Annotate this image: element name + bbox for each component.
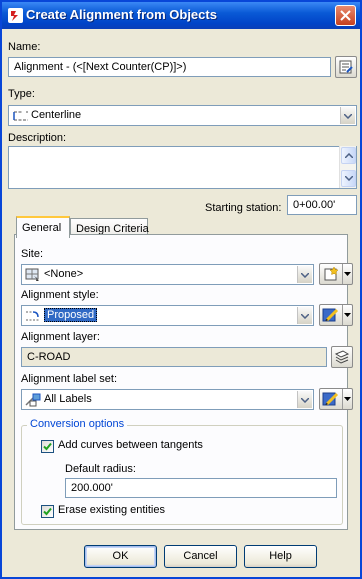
scroll-up-icon	[345, 153, 353, 158]
erase-entities-checkbox[interactable]	[41, 505, 54, 518]
dialog-window: Create Alignment from Objects Name: Alig…	[0, 0, 362, 579]
layer-button[interactable]	[331, 346, 353, 368]
alignment-style-icon	[26, 311, 40, 321]
site-dropdown-button[interactable]	[297, 266, 312, 283]
site-dropdown[interactable]: <None>	[21, 264, 314, 285]
alignment-style-dropdown-button[interactable]	[297, 307, 312, 324]
chevron-down-icon	[344, 272, 351, 276]
ok-button[interactable]: OK	[84, 545, 157, 568]
alignment-layer-label: Alignment layer:	[21, 331, 100, 343]
type-value: Centerline	[31, 109, 82, 121]
cancel-button[interactable]: Cancel	[164, 545, 237, 568]
erase-entities-label[interactable]: Erase existing entities	[58, 504, 165, 516]
alignment-style-label: Alignment style:	[21, 289, 99, 301]
type-dropdown[interactable]: Centerline	[8, 105, 357, 126]
edit-style-icon	[322, 308, 339, 322]
scroll-up-button[interactable]	[341, 147, 356, 164]
alignment-style-value: Proposed	[44, 308, 98, 322]
label-set-icon	[25, 393, 41, 407]
description-label: Description:	[8, 132, 67, 144]
create-site-menu-arrow[interactable]	[342, 264, 352, 284]
label-set-menu-arrow[interactable]	[342, 389, 352, 409]
type-dropdown-button[interactable]	[340, 107, 355, 124]
create-site-icon	[324, 266, 339, 281]
checkmark-icon	[43, 507, 52, 516]
edit-name-icon	[339, 60, 353, 74]
alignment-style-dropdown[interactable]: Proposed	[21, 305, 314, 326]
add-curves-label[interactable]: Add curves between tangents	[58, 439, 203, 451]
title-bar[interactable]: Create Alignment from Objects	[2, 2, 360, 29]
add-curves-checkbox[interactable]	[41, 440, 54, 453]
chevron-down-icon	[344, 397, 351, 401]
scroll-down-button[interactable]	[341, 170, 356, 187]
alignment-layer-field: C-ROAD	[21, 347, 327, 367]
checkmark-icon	[43, 442, 52, 451]
alignment-style-edit-button[interactable]	[319, 304, 353, 326]
chevron-down-icon	[301, 313, 309, 319]
alignment-label-set-value: All Labels	[44, 393, 92, 405]
site-label: Site:	[21, 248, 44, 260]
description-textarea[interactable]	[8, 146, 357, 189]
alignment-label-set-label: Alignment label set:	[21, 373, 117, 385]
type-label: Type:	[8, 88, 35, 100]
label-set-edit-button[interactable]	[319, 388, 353, 410]
starting-station-input[interactable]: 0+00.00'	[287, 195, 357, 215]
alignment-label-set-dropdown-button[interactable]	[297, 391, 312, 408]
site-icon	[25, 268, 39, 281]
chevron-down-icon	[344, 313, 351, 317]
alignment-style-menu-arrow[interactable]	[342, 305, 352, 325]
name-template-button[interactable]	[335, 56, 357, 78]
centerline-icon	[13, 111, 28, 121]
window-title: Create Alignment from Objects	[26, 7, 217, 22]
tab-general[interactable]: General	[16, 216, 70, 238]
chevron-down-icon	[301, 272, 309, 278]
default-radius-label: Default radius:	[65, 463, 136, 475]
scroll-down-icon	[345, 176, 353, 181]
close-button[interactable]	[335, 5, 356, 26]
civil3d-app-icon	[8, 8, 23, 23]
close-icon	[340, 10, 351, 21]
name-input[interactable]: Alignment - (<[Next Counter(CP)]>)	[8, 57, 331, 77]
description-scrollbar[interactable]	[339, 146, 356, 188]
help-button[interactable]: Help	[244, 545, 317, 568]
site-value: <None>	[44, 268, 84, 280]
layers-icon	[334, 350, 350, 364]
chevron-down-icon	[301, 397, 309, 403]
default-radius-input[interactable]: 200.000'	[65, 478, 337, 498]
edit-label-set-icon	[322, 392, 339, 406]
starting-station-label: Starting station:	[205, 202, 282, 214]
name-label: Name:	[8, 41, 41, 53]
create-site-button[interactable]	[319, 263, 353, 285]
conversion-options-title: Conversion options	[27, 418, 128, 430]
chevron-down-icon	[344, 113, 352, 119]
alignment-label-set-dropdown[interactable]: All Labels	[21, 389, 314, 410]
